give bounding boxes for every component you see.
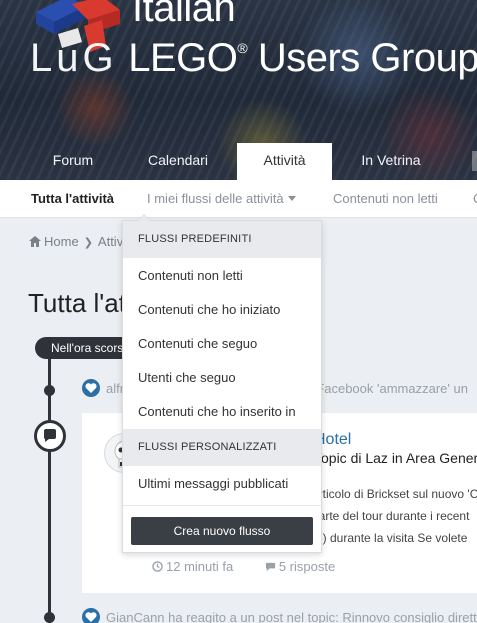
tab-more[interactable] xyxy=(472,151,477,171)
tab-calendari[interactable]: Calendari xyxy=(136,143,220,180)
tab-attivita[interactable]: Attività xyxy=(237,143,332,180)
activity-streams-dropdown: FLUSSI PREDEFINITI Contenuti non letti C… xyxy=(122,214,322,553)
breadcrumb-home[interactable]: Home xyxy=(44,234,79,249)
dropdown-section-header: FLUSSI PERSONALIZZATI xyxy=(123,429,321,466)
breadcrumb: Home ❯ Attività xyxy=(29,234,137,249)
card-subtitle: Topic di Laz in Area Generale xyxy=(314,450,477,466)
card-time: 12 minuti fa xyxy=(152,559,247,574)
home-icon xyxy=(29,236,41,247)
chevron-right-icon: ❯ xyxy=(83,237,93,249)
dropdown-section-header: FLUSSI PREDEFINITI xyxy=(123,221,321,258)
caret-down-icon xyxy=(287,196,296,201)
comment-timeline-icon xyxy=(34,420,66,452)
subnav-more[interactable]: C xyxy=(473,180,477,218)
menu-item-utenti-seguo[interactable]: Utenti che seguo xyxy=(123,361,321,395)
timeline-dot xyxy=(44,612,55,623)
tab-in-vetrina[interactable]: In Vetrina xyxy=(347,143,435,180)
logo-text-italian: Italian xyxy=(132,0,236,30)
timeline-dot xyxy=(44,385,55,396)
clock-icon xyxy=(152,561,163,572)
activity-subnav: Tutta l'attività I miei flussi delle att… xyxy=(0,180,477,218)
menu-item-ultimi-messaggi[interactable]: Ultimi messaggi pubblicati xyxy=(123,467,321,501)
card-snippet: (e) durante la visita Se volete xyxy=(312,531,468,545)
heart-icon xyxy=(82,608,100,623)
main-nav: Forum Calendari Attività In Vetrina xyxy=(0,143,477,180)
card-replies[interactable]: 5 risposte xyxy=(265,559,349,574)
subnav-tutta-attivita[interactable]: Tutta l'attività xyxy=(31,180,114,218)
card-meta: 12 minuti fa 5 risposte xyxy=(152,559,363,574)
menu-item-contenuti-seguo[interactable]: Contenuti che seguo xyxy=(123,327,321,361)
logo-text-lug: LuG LEGO® Users Group xyxy=(30,36,477,80)
reaction-item[interactable]: GianCann ha reagito a un post nel topic:… xyxy=(82,608,477,623)
heart-icon xyxy=(82,379,100,397)
card-snippet: articolo di Brickset sul nuovo 'C xyxy=(312,487,477,501)
comment-icon xyxy=(265,562,275,572)
subnav-contenuti-non-letti[interactable]: Contenuti non letti xyxy=(333,180,438,218)
timeline-line xyxy=(48,359,51,623)
card-snippet: parte del tour durante i recent xyxy=(312,509,470,523)
dropdown-divider xyxy=(123,505,321,506)
create-stream-button[interactable]: Crea nuovo flusso xyxy=(131,517,313,545)
menu-item-contenuti-iniziato[interactable]: Contenuti che ho iniziato xyxy=(123,293,321,327)
tab-forum[interactable]: Forum xyxy=(40,143,106,180)
subnav-miei-flussi[interactable]: I miei flussi delle attività xyxy=(147,180,296,218)
menu-item-contenuti-inserito[interactable]: Contenuti che ho inserito in xyxy=(123,395,321,429)
menu-item-contenuti-non-letti[interactable]: Contenuti non letti xyxy=(123,259,321,293)
